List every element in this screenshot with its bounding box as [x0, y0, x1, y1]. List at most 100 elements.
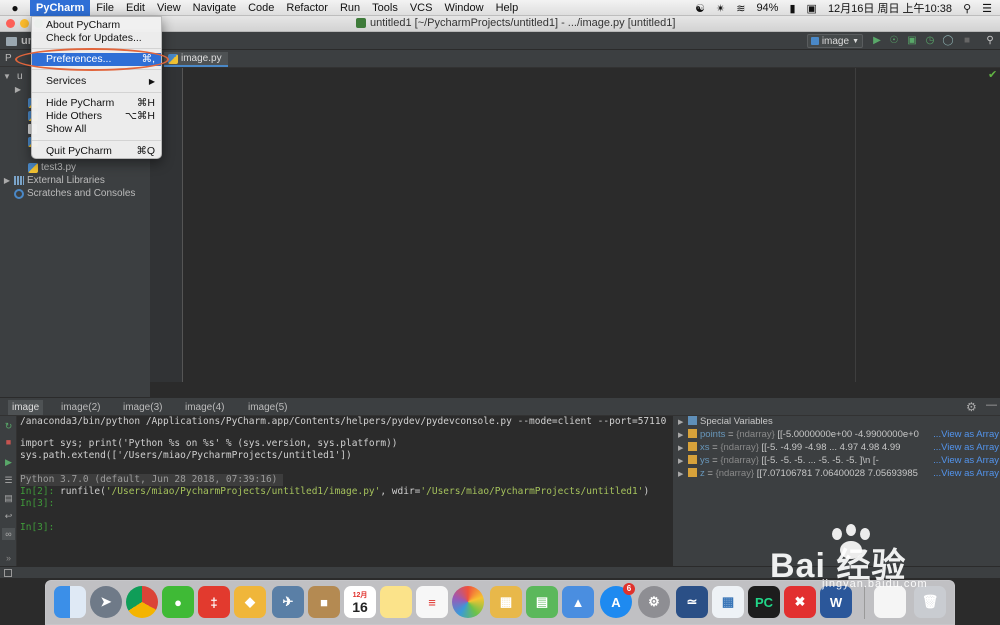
- menu-item-services[interactable]: Services ▶: [32, 75, 161, 88]
- settings-icon[interactable]: ☰: [2, 474, 15, 486]
- numbers-icon[interactable]: ▤: [526, 586, 558, 618]
- launchpad-icon[interactable]: ➤: [90, 586, 122, 618]
- system-preferences-icon[interactable]: ⚙: [638, 586, 670, 618]
- more-icon[interactable]: »: [2, 552, 15, 564]
- rerun-icon[interactable]: ↻: [2, 420, 15, 432]
- chevron-right-icon[interactable]: ▶: [14, 85, 22, 94]
- variable-row[interactable]: ▶ points = {ndarray} [[-5.0000000e+00 -4.…: [678, 429, 1000, 441]
- history-icon[interactable]: ▤: [2, 492, 15, 504]
- view-as-array-link[interactable]: ...View as Array: [931, 429, 999, 441]
- console-tab-image[interactable]: image: [8, 400, 44, 415]
- menu-navigate[interactable]: Navigate: [187, 0, 242, 16]
- search-everywhere-icon[interactable]: ⚲: [984, 35, 996, 47]
- view-as-array-link[interactable]: ...View as Array: [931, 455, 999, 467]
- concurrency-icon[interactable]: ◯: [942, 35, 954, 47]
- notification-center-icon[interactable]: ☰: [982, 2, 992, 15]
- finder-icon[interactable]: [54, 586, 86, 618]
- minimize-icon[interactable]: —: [986, 399, 997, 411]
- gear-icon[interactable]: ⚙: [966, 400, 977, 414]
- xmind-icon[interactable]: ▦: [712, 586, 744, 618]
- close-window-button[interactable]: [6, 19, 15, 28]
- variable-row[interactable]: ▶ ys = {ndarray} [[-5. -5. -5. ... -5. -5…: [678, 455, 1000, 467]
- soft-wrap-icon[interactable]: ↩: [2, 510, 15, 522]
- bluetooth-icon[interactable]: ✴: [716, 2, 725, 15]
- editor-tab-image[interactable]: image.py: [164, 52, 228, 67]
- pycharm-icon[interactable]: PC: [748, 586, 780, 618]
- keynote-podium-icon[interactable]: ▲: [562, 586, 594, 618]
- menu-pycharm[interactable]: PyCharm: [30, 0, 91, 16]
- word-icon[interactable]: W: [820, 586, 852, 618]
- coverage-icon[interactable]: ▣: [906, 35, 918, 47]
- tree-item-external-libraries[interactable]: ▶ External Libraries: [3, 174, 105, 187]
- python-console[interactable]: /anaconda3/bin/python /Applications/PyCh…: [17, 416, 670, 566]
- wechat-icon[interactable]: ☯: [695, 2, 705, 15]
- stop-icon[interactable]: ■: [2, 436, 15, 448]
- menu-vcs[interactable]: VCS: [404, 0, 439, 16]
- tree-item-venv[interactable]: ▶: [14, 83, 25, 96]
- profile-icon[interactable]: ◷: [924, 35, 936, 47]
- apple-icon[interactable]: ●: [0, 1, 30, 15]
- chevron-down-icon[interactable]: ▼: [3, 72, 11, 81]
- menu-item-hide-others[interactable]: Hide Others ⌥⌘H: [32, 110, 161, 123]
- menu-item-hide[interactable]: Hide PyCharm ⌘H: [32, 97, 161, 110]
- menu-item-check-updates[interactable]: Check for Updates...: [32, 32, 161, 45]
- run-configuration-select[interactable]: image ▼: [807, 34, 863, 48]
- menu-refactor[interactable]: Refactor: [280, 0, 334, 16]
- console-input-prompt[interactable]: In[3]:: [20, 522, 54, 534]
- console-tab-image-4[interactable]: image(4): [181, 400, 228, 415]
- show-variables-icon[interactable]: ∞: [2, 528, 15, 540]
- xmind-zen-icon[interactable]: ✖: [784, 586, 816, 618]
- debug-icon[interactable]: ☉: [888, 35, 900, 47]
- trash-icon[interactable]: 🗑: [914, 586, 946, 618]
- contacts-icon[interactable]: ■: [308, 586, 340, 618]
- wechat-icon[interactable]: ●: [162, 586, 194, 618]
- view-as-array-link[interactable]: ...View as Array: [931, 442, 999, 454]
- menu-window[interactable]: Window: [438, 0, 489, 16]
- inspection-ok-icon[interactable]: ✔: [988, 68, 997, 81]
- chevron-right-icon[interactable]: ▶: [678, 469, 688, 481]
- menu-edit[interactable]: Edit: [120, 0, 151, 16]
- menu-item-about[interactable]: About PyCharm: [32, 19, 161, 32]
- chevron-right-icon[interactable]: ▶: [678, 430, 688, 442]
- chevron-right-icon[interactable]: ▶: [678, 417, 688, 429]
- chrome-icon[interactable]: [126, 586, 158, 618]
- project-panel-title[interactable]: P: [5, 53, 12, 64]
- tree-root[interactable]: ▼ u: [3, 70, 23, 83]
- menu-view[interactable]: View: [151, 0, 187, 16]
- tree-item-scratches[interactable]: Scratches and Consoles: [14, 187, 135, 200]
- tree-item-test3[interactable]: test3.py: [28, 161, 76, 174]
- photos-icon[interactable]: [452, 586, 484, 618]
- notes-icon[interactable]: [380, 586, 412, 618]
- minimize-window-button[interactable]: [20, 19, 29, 28]
- execute-icon[interactable]: ▶: [2, 456, 15, 468]
- menu-item-quit[interactable]: Quit PyCharm ⌘Q: [32, 145, 161, 158]
- console-tab-image-5[interactable]: image(5): [244, 400, 291, 415]
- tool-windows-icon[interactable]: [4, 569, 12, 577]
- variable-row[interactable]: ▶ xs = {ndarray} [[-5. -4.99 -4.98 ... 4.…: [678, 442, 1000, 454]
- keynote-icon[interactable]: ▦: [490, 586, 522, 618]
- menu-code[interactable]: Code: [242, 0, 280, 16]
- wifi-icon[interactable]: ≋: [736, 2, 745, 15]
- search-icon[interactable]: ⚲: [963, 2, 971, 15]
- menu-item-show-all[interactable]: Show All: [32, 123, 161, 136]
- menu-run[interactable]: Run: [334, 0, 366, 16]
- document-icon[interactable]: [874, 586, 906, 618]
- calendar-icon[interactable]: 12月 16: [344, 586, 376, 618]
- reminders-icon[interactable]: ≡: [416, 586, 448, 618]
- view-as-array-link[interactable]: ...View as Array: [931, 468, 999, 480]
- input-source-icon[interactable]: ▣: [807, 2, 817, 15]
- variable-row[interactable]: ▶ z = {ndarray} [[7.07106781 7.06400028 7…: [678, 468, 1000, 480]
- menu-tools[interactable]: Tools: [366, 0, 404, 16]
- clock[interactable]: 12月16日 周日 上午10:38: [828, 0, 952, 16]
- menu-help[interactable]: Help: [490, 0, 525, 16]
- chevron-right-icon[interactable]: ▶: [3, 176, 11, 185]
- code-editor[interactable]: ✔: [150, 68, 1000, 397]
- battery-icon[interactable]: ▮: [789, 2, 795, 15]
- mysql-workbench-icon[interactable]: ≃: [676, 586, 708, 618]
- menu-file[interactable]: File: [90, 0, 120, 16]
- run-icon[interactable]: ▶: [871, 35, 883, 47]
- variable-row-special[interactable]: ▶ Special Variables: [678, 416, 1000, 428]
- stop-icon[interactable]: ■: [961, 35, 973, 47]
- preview-icon[interactable]: ✈: [272, 586, 304, 618]
- console-tab-image-3[interactable]: image(3): [119, 400, 166, 415]
